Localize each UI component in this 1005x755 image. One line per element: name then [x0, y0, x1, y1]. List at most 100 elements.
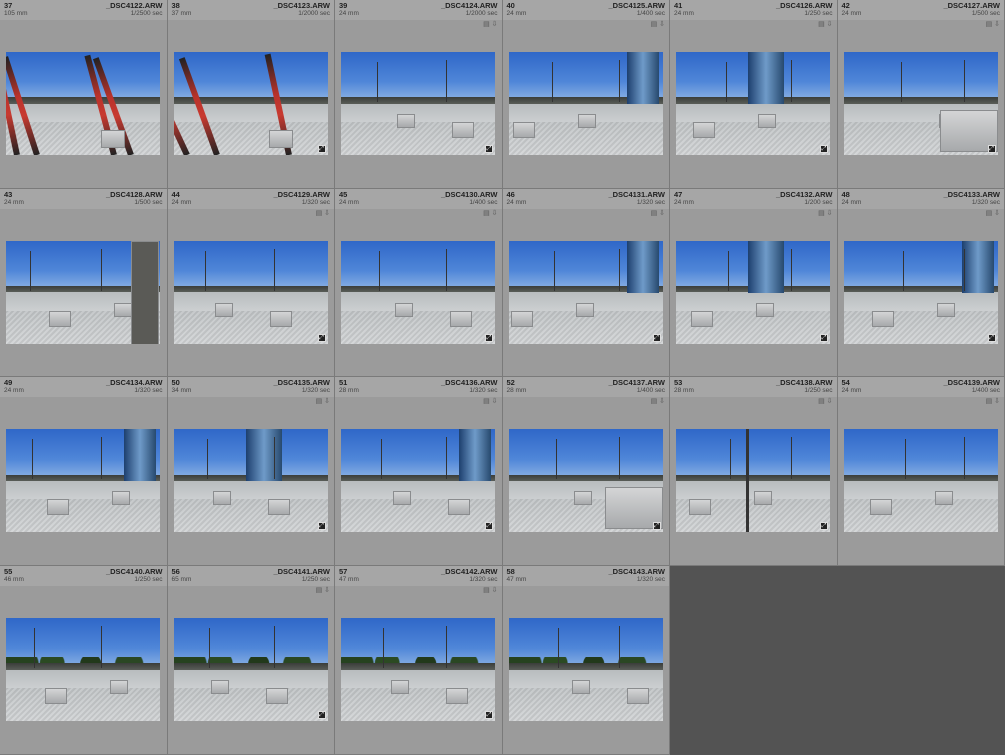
photo-cell[interactable]: 3924 mm_DSC4124.ARW1/2000 sec▤ ⇩⤢ — [335, 0, 503, 189]
photo-thumbnail[interactable]: ⤢ — [174, 52, 328, 155]
photo-cell[interactable]: 4224 mm_DSC4127.ARW1/500 sec▤ ⇩⤢ — [838, 0, 1005, 189]
crop-badge-icon[interactable]: ⤢ — [653, 522, 661, 530]
crop-badge-icon[interactable]: ⤢ — [318, 145, 326, 153]
stone-block — [269, 130, 293, 148]
photo-cell[interactable]: 5034 mm_DSC4135.ARW1/320 sec▤ ⇩⤢ — [168, 377, 336, 566]
metadata-badge-icon[interactable]: ▤ ⇩ — [818, 210, 832, 218]
photo-cell[interactable]: 5747 mm_DSC4142.ARW1/320 sec▤ ⇩⤢ — [335, 566, 503, 755]
photo-index: 40 — [507, 1, 515, 10]
lamp-post — [619, 60, 620, 102]
photo-cell[interactable]: 37105 mm_DSC4122.ARW1/2500 sec — [0, 0, 168, 189]
photo-cell[interactable]: 4124 mm_DSC4126.ARW1/250 sec▤ ⇩⤢ — [670, 0, 838, 189]
photo-cell[interactable]: 4024 mm_DSC4125.ARW1/400 sec▤ ⇩ — [503, 0, 671, 189]
metadata-badge-icon[interactable]: ▤ ⇩ — [483, 210, 497, 218]
stone-block — [213, 491, 231, 505]
glass-tower — [246, 429, 282, 481]
crop-badge-icon[interactable]: ⤢ — [988, 334, 996, 342]
stone-block — [45, 688, 67, 704]
photo-cell[interactable]: 4524 mm_DSC4130.ARW1/400 sec▤ ⇩⤢ — [335, 189, 503, 378]
photo-thumbnail[interactable]: ⤢ — [509, 241, 663, 344]
photo-thumbnail[interactable] — [6, 618, 160, 721]
photo-thumbnail[interactable]: ⤢ — [341, 429, 495, 532]
metadata-badge-icon[interactable]: ▤ ⇩ — [316, 398, 330, 406]
photo-thumbnail[interactable] — [509, 618, 663, 721]
photo-thumbnail[interactable]: ⤢ — [174, 241, 328, 344]
photo-thumbnail[interactable]: ⤢ — [341, 241, 495, 344]
stone-block — [211, 680, 229, 694]
lamp-post — [619, 249, 620, 291]
photo-thumbnail[interactable] — [6, 241, 160, 344]
stone-block — [756, 303, 774, 317]
photo-thumbnail[interactable] — [509, 52, 663, 155]
lamp-post — [446, 626, 447, 668]
photo-thumbnail[interactable]: ⤢ — [676, 241, 830, 344]
file-name: _DSC4131.ARW — [608, 190, 665, 199]
focal-length: 47 mm — [339, 576, 359, 583]
photo-cell[interactable]: 5546 mm_DSC4140.ARW1/250 sec — [0, 566, 168, 755]
lamp-post — [728, 251, 729, 291]
crop-badge-icon[interactable]: ⤢ — [820, 522, 828, 530]
crop-badge-icon[interactable]: ⤢ — [485, 145, 493, 153]
photo-thumbnail[interactable] — [844, 429, 998, 532]
metadata-badge-icon[interactable]: ▤ ⇩ — [483, 21, 497, 29]
photo-cell[interactable]: 4724 mm_DSC4132.ARW1/200 sec▤ ⇩⤢ — [670, 189, 838, 378]
metadata-badge-icon[interactable]: ▤ ⇩ — [651, 398, 665, 406]
crop-badge-icon[interactable]: ⤢ — [318, 522, 326, 530]
photo-cell[interactable]: 4424 mm_DSC4129.ARW1/320 sec▤ ⇩⤢ — [168, 189, 336, 378]
photo-thumbnail[interactable] — [6, 52, 160, 155]
photo-cell[interactable]: 4324 mm_DSC4128.ARW1/500 sec — [0, 189, 168, 378]
metadata-badge-icon[interactable]: ▤ ⇩ — [483, 587, 497, 595]
metadata-badge-icon[interactable]: ▤ ⇩ — [986, 21, 1000, 29]
photo-thumbnail[interactable] — [6, 429, 160, 532]
crop-badge-icon[interactable]: ⤢ — [988, 145, 996, 153]
photo-cell[interactable]: 4624 mm_DSC4131.ARW1/320 sec▤ ⇩⤢ — [503, 189, 671, 378]
metadata-badge-icon[interactable]: ▤ ⇩ — [986, 210, 1000, 218]
crop-badge-icon[interactable]: ⤢ — [485, 711, 493, 719]
lamp-post — [274, 437, 275, 479]
crop-badge-icon[interactable]: ⤢ — [485, 522, 493, 530]
metadata-badge-icon[interactable]: ▤ ⇩ — [986, 398, 1000, 406]
metadata-badge-icon[interactable]: ▤ ⇩ — [818, 21, 832, 29]
lamp-post — [791, 437, 792, 479]
thumb-paving — [341, 499, 495, 532]
photo-cell[interactable]: 4924 mm_DSC4134.ARW1/320 sec — [0, 377, 168, 566]
photo-cell[interactable]: 5665 mm_DSC4141.ARW1/250 sec▤ ⇩⤢ — [168, 566, 336, 755]
crop-badge-icon[interactable]: ⤢ — [820, 145, 828, 153]
shutter-speed: 1/250 sec — [134, 576, 162, 583]
photo-cell[interactable]: 5847 mm_DSC4143.ARW1/320 sec — [503, 566, 671, 755]
photo-thumbnail[interactable]: ⤢ — [174, 618, 328, 721]
photo-cell[interactable]: 4824 mm_DSC4133.ARW1/320 sec▤ ⇩⤢ — [838, 189, 1005, 378]
lamp-post — [274, 626, 275, 668]
photo-cell[interactable]: 5328 mm_DSC4138.ARW1/250 sec▤ ⇩⤢ — [670, 377, 838, 566]
shutter-speed: 1/400 sec — [972, 387, 1000, 394]
photo-cell[interactable]: 5424 mm_DSC4139.ARW1/400 sec▤ ⇩ — [838, 377, 1005, 566]
photo-thumbnail[interactable]: ⤢ — [844, 241, 998, 344]
stone-block — [112, 491, 130, 505]
metadata-badge-icon[interactable]: ▤ ⇩ — [483, 398, 497, 406]
photo-cell[interactable]: 5228 mm_DSC4137.ARW1/400 sec▤ ⇩⤢ — [503, 377, 671, 566]
photo-cell[interactable]: 3837 mm_DSC4123.ARW1/2000 sec⤢ — [168, 0, 336, 189]
photo-thumbnail[interactable]: ⤢ — [341, 52, 495, 155]
metadata-badge-icon[interactable]: ▤ ⇩ — [316, 210, 330, 218]
photo-thumbnail[interactable]: ⤢ — [174, 429, 328, 532]
metadata-badge-icon[interactable]: ▤ ⇩ — [316, 587, 330, 595]
photo-thumbnail[interactable]: ⤢ — [676, 52, 830, 155]
stone-block — [572, 680, 590, 694]
crop-badge-icon[interactable]: ⤢ — [318, 711, 326, 719]
metadata-badge-icon[interactable]: ▤ ⇩ — [651, 210, 665, 218]
stone-block — [693, 122, 715, 138]
metadata-badge-icon[interactable]: ▤ ⇩ — [818, 398, 832, 406]
photo-index: 56 — [172, 567, 180, 576]
photo-index: 50 — [172, 378, 180, 387]
crop-badge-icon[interactable]: ⤢ — [318, 334, 326, 342]
photo-cell[interactable]: 5128 mm_DSC4136.ARW1/320 sec▤ ⇩⤢ — [335, 377, 503, 566]
file-name: _DSC4133.ARW — [943, 190, 1000, 199]
crop-badge-icon[interactable]: ⤢ — [820, 334, 828, 342]
photo-thumbnail[interactable]: ⤢ — [509, 429, 663, 532]
crop-badge-icon[interactable]: ⤢ — [485, 334, 493, 342]
photo-thumbnail[interactable]: ⤢ — [341, 618, 495, 721]
photo-thumbnail[interactable]: ⤢ — [676, 429, 830, 532]
crop-badge-icon[interactable]: ⤢ — [653, 334, 661, 342]
photo-thumbnail[interactable]: ⤢ — [844, 52, 998, 155]
metadata-badge-icon[interactable]: ▤ ⇩ — [651, 21, 665, 29]
